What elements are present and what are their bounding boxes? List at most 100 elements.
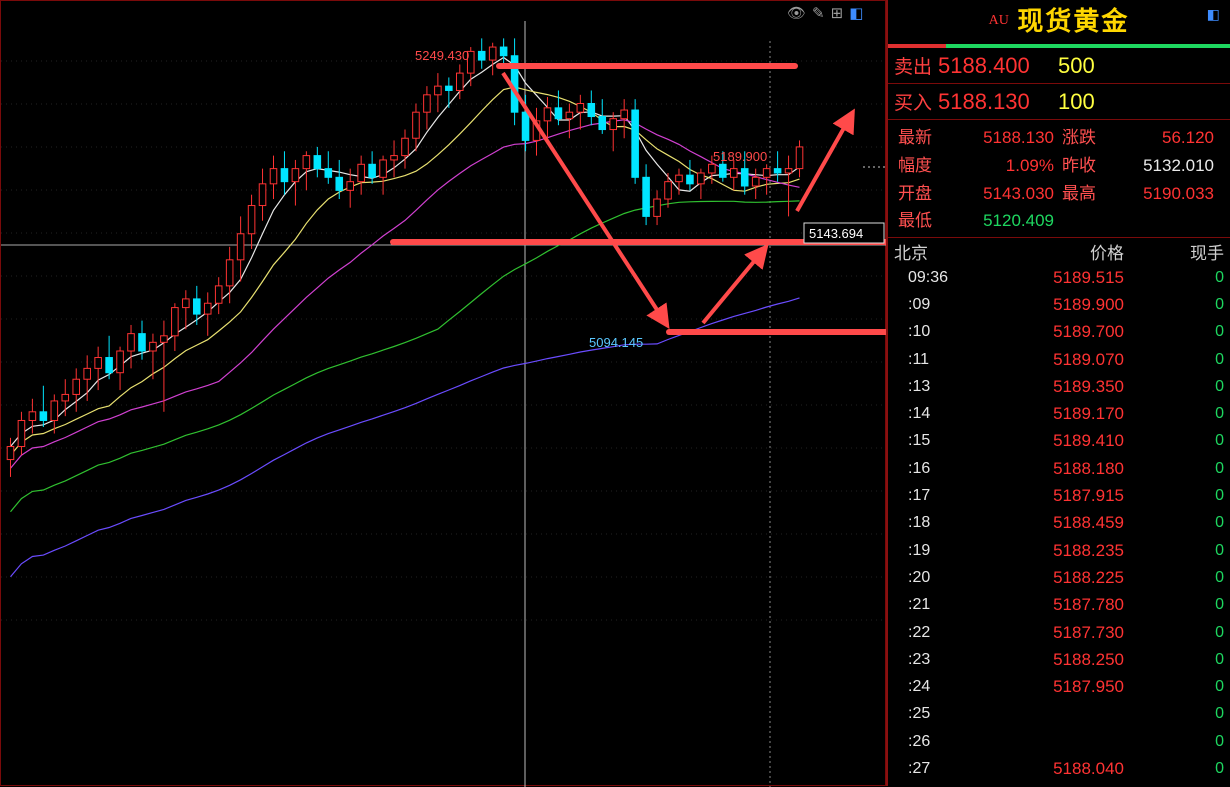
tick-price: 5188.225 [1053, 567, 1124, 587]
buy-sell-ratio-bar [888, 44, 1230, 48]
tick-row: :13 5189.350 0 [888, 373, 1230, 400]
tick-row: :14 5189.170 0 [888, 400, 1230, 427]
arrow-up-2 [795, 108, 855, 212]
ask-volume: 500 [1058, 52, 1095, 78]
candle-body [653, 198, 661, 217]
candle-body [543, 107, 552, 122]
tick-volume: 0 [1215, 295, 1224, 313]
tick-volume: 0 [1215, 705, 1224, 723]
tick-volume: 0 [1215, 487, 1224, 505]
candle-body [642, 176, 650, 217]
tick-row: :16 5188.180 0 [888, 455, 1230, 482]
candle-body [445, 85, 453, 91]
candle-body [368, 163, 376, 178]
tick-volume: 0 [1215, 623, 1224, 641]
candle-body [795, 146, 804, 170]
ticks-header-price: 价格 [1090, 243, 1124, 263]
candle-body [565, 111, 574, 120]
candle-body [773, 168, 782, 174]
tick-price: 5187.730 [1053, 622, 1124, 642]
candle-body [61, 393, 70, 402]
tick-row: :21 5187.780 0 [888, 592, 1230, 619]
bid-price: 5188.130 [938, 88, 1030, 114]
candle-body [499, 46, 508, 57]
tick-row: :18 5188.459 0 [888, 510, 1230, 537]
candle-body [225, 259, 234, 287]
panel-icon[interactable]: ◧ [849, 5, 863, 23]
tick-time: :19 [908, 541, 931, 559]
candle-body [335, 176, 344, 191]
grid-icon[interactable]: ⊞ [831, 5, 844, 23]
tick-row: :25 0 [888, 701, 1230, 728]
candle-body [751, 176, 760, 187]
candle-body [50, 400, 59, 421]
candle-body [390, 155, 398, 161]
ask-label: 卖出 [894, 57, 933, 78]
candle-body [269, 168, 278, 185]
tick-time: :18 [908, 514, 931, 532]
candle-body [784, 168, 793, 174]
tick-row: :23 5188.250 0 [888, 646, 1230, 673]
candle-body [620, 109, 628, 120]
candle-body [434, 85, 442, 96]
panel-toggle-icon[interactable]: ◧ [1207, 6, 1220, 23]
candle-body [160, 335, 168, 343]
tick-price: 5189.515 [1053, 267, 1124, 287]
candle-body [719, 163, 727, 178]
symbol-name: 现货黄金 [1017, 7, 1130, 37]
tick-price: 5188.459 [1053, 513, 1124, 533]
tick-price: 5189.410 [1053, 431, 1124, 451]
bid-volume: 100 [1058, 88, 1095, 114]
candle-body [477, 50, 486, 61]
tick-row: :11 5189.070 0 [888, 346, 1230, 373]
bid-label: 买入 [894, 93, 933, 114]
kline-svg[interactable]: 5249.430 5094.145 5189.900 5143.694 [1, 1, 887, 787]
tick-price: 5187.950 [1053, 677, 1124, 697]
kline-chart[interactable]: 5249.430 5094.145 5189.900 5143.694 👁 ✎ ⊞ ◧ [0, 0, 887, 787]
pencil-icon[interactable]: ✎ [812, 5, 825, 23]
info-label-0: 最新 [898, 128, 932, 147]
tick-price: 5188.040 [1053, 758, 1124, 778]
candle-body [324, 168, 333, 178]
ask-price: 5188.400 [938, 52, 1030, 78]
tick-time: :11 [908, 350, 930, 368]
info-value-5: 5190.033 [1143, 183, 1214, 203]
tick-price: 5189.170 [1053, 404, 1124, 424]
chart-toolbar: 👁 ✎ ⊞ ◧ [787, 5, 863, 23]
tick-price: 5188.235 [1053, 540, 1124, 560]
tick-row: :17 5187.915 0 [888, 482, 1230, 509]
candle-body [587, 103, 596, 118]
tick-time: 09:36 [908, 268, 949, 286]
candle-body [697, 172, 705, 185]
tick-volume: 0 [1215, 350, 1224, 368]
tick-time: :27 [908, 759, 931, 777]
candle-body [729, 168, 738, 178]
tick-time: :26 [908, 732, 931, 750]
candle-body [236, 233, 245, 261]
tick-row: 09:36 5189.515 0 [888, 264, 1230, 291]
info-value-7 [1108, 209, 1222, 233]
candle-body [203, 302, 212, 315]
tick-volume: 0 [1215, 377, 1224, 395]
tick-time: :15 [908, 432, 931, 450]
recent-high-label: 5189.900 [713, 149, 767, 164]
tick-row: :20 5188.225 0 [888, 564, 1230, 591]
candle-body [94, 357, 102, 369]
tick-price: 5189.070 [1053, 349, 1124, 369]
tick-time: :25 [908, 705, 931, 723]
tick-list[interactable]: 09:36 5189.515 0:09 5189.900 0:10 5189.700 0:1… [888, 264, 1230, 783]
info-label-7 [1062, 209, 1108, 233]
eye-icon[interactable]: 👁 [787, 5, 806, 23]
info-label-6: 最低 [898, 211, 932, 231]
tick-row: :10 5189.700 0 [888, 319, 1230, 346]
ask-row: 卖出 5188.400 500 [888, 48, 1230, 84]
ticks-header: 北京 价格 现手 [888, 238, 1230, 264]
info-value-0: 5188.130 [983, 128, 1054, 147]
high-price-label: 5249.430 [415, 48, 469, 63]
ticks-header-volume: 现手 [1190, 243, 1224, 263]
ma20-line [10, 119, 800, 469]
candle-body [83, 367, 91, 380]
candle-body [313, 155, 322, 170]
tick-price: 5188.250 [1053, 649, 1124, 669]
info-value-6: 5120.409 [983, 211, 1054, 231]
